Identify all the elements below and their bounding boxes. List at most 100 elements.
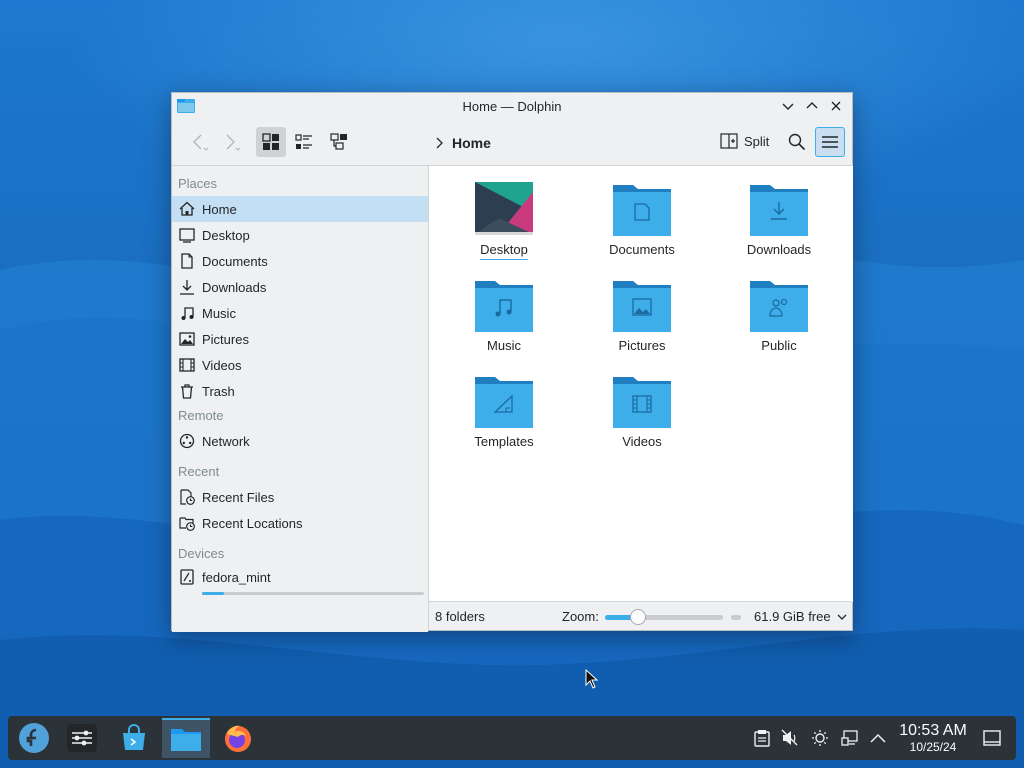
fedora-logo-icon [19,723,49,753]
downloads-folder-icon [750,182,808,236]
zoom-label: Zoom: [562,609,599,624]
breadcrumb[interactable]: Home [434,135,491,151]
desktop-folder-icon [475,182,533,236]
compact-view-button[interactable] [289,127,319,157]
sidebar-item-label: Videos [202,357,242,373]
file-view[interactable]: Desktop Documents Downloads Music Pictur… [428,165,853,602]
sidebar-item-downloads[interactable]: Downloads [172,274,428,300]
sidebar-item-documents[interactable]: Documents [172,248,428,274]
firefox-task[interactable] [214,718,262,758]
disk-usage-bar [202,592,424,595]
item-desktop[interactable]: Desktop [444,182,564,260]
back-button[interactable] [184,127,214,157]
dolphin-app-icon [177,98,195,117]
search-button[interactable] [782,127,812,157]
fedora-launcher-button[interactable] [10,718,58,758]
pictures-folder-icon [613,278,671,332]
sidebar-item-label: Network [202,433,250,449]
discover-task[interactable] [110,718,158,758]
sidebar-item-label: Pictures [202,331,249,347]
item-templates[interactable]: Templates [444,374,564,451]
show-desktop-icon[interactable] [982,728,1002,748]
clock-date: 10/25/24 [909,740,957,754]
chevron-down-icon [782,103,794,110]
title-bar[interactable]: Home — Dolphin [172,93,852,119]
item-label: Public [761,338,797,353]
taskbar: 10:53 AM 10/25/24 [8,716,1016,760]
mouse-cursor-icon [585,669,599,689]
details-view-button[interactable] [324,127,354,157]
sidebar-item-label: Desktop [202,227,250,243]
free-space-label: 61.9 GiB free [754,609,831,624]
forward-button[interactable] [216,127,246,157]
sidebar-item-recent-files[interactable]: Recent Files [172,484,428,510]
maximize-button[interactable] [802,97,822,115]
firefox-icon [225,725,251,752]
sidebar-item-trash[interactable]: Trash [172,378,428,404]
hamburger-menu-icon [822,136,838,148]
sidebar-item-videos[interactable]: Videos [172,352,428,378]
item-label: Pictures [618,338,666,353]
item-label: Desktop [480,242,528,260]
chevron-up-icon[interactable] [868,728,888,748]
network-wired-icon[interactable] [840,728,860,748]
sidebar-item-fedora-mint[interactable]: fedora_mint [172,564,428,590]
videos-folder-icon [613,374,671,428]
sidebar-item-pictures[interactable]: Pictures [172,326,428,352]
zoom-slider[interactable] [605,609,723,625]
item-music[interactable]: Music [444,278,564,355]
item-label: Downloads [746,242,812,257]
system-settings-task[interactable] [58,718,106,758]
item-documents[interactable]: Documents [582,182,702,259]
section-devices: Devices [178,546,225,561]
hamburger-menu-button[interactable] [815,127,845,157]
sidebar-item-label: Recent Locations [202,515,303,531]
item-pictures[interactable]: Pictures [582,278,702,355]
dolphin-window: Home — Dolphin Home Split Places Home De… [171,92,853,632]
videos-icon [178,356,196,374]
recent-locations-icon [178,514,196,532]
dolphin-task[interactable] [162,718,210,758]
sidebar-item-recent-locations[interactable]: Recent Locations [172,510,428,536]
item-videos[interactable]: Videos [582,374,702,451]
sidebar-item-home[interactable]: Home [172,196,428,222]
item-public[interactable]: Public [719,278,839,355]
sidebar-item-label: Music [202,305,236,321]
clock[interactable]: 10:53 AM 10/25/24 [893,722,973,754]
sidebar-item-desktop[interactable]: Desktop [172,222,428,248]
volume-muted-icon[interactable] [780,728,800,748]
item-downloads[interactable]: Downloads [719,182,839,259]
minimize-button[interactable] [778,97,798,115]
chevron-right-icon [436,137,443,149]
sidebar-item-label: Home [202,201,237,217]
chevron-up-icon [806,102,818,109]
places-panel: Places Home Desktop Documents Downloads … [172,165,428,632]
split-view-icon [720,133,738,149]
breadcrumb-current[interactable]: Home [452,135,491,151]
public-folder-icon [750,278,808,332]
sidebar-item-music[interactable]: Music [172,300,428,326]
zoom-track-end [731,615,741,620]
music-icon [178,304,196,322]
toolbar: Home Split [172,123,852,163]
free-space-button[interactable]: 61.9 GiB free [754,609,847,624]
close-button[interactable] [826,97,846,115]
chevron-down-icon [837,614,847,620]
clipboard-icon[interactable] [752,728,772,748]
section-recent: Recent [178,464,220,479]
folder-icon [171,729,201,751]
trash-icon [178,382,196,400]
section-places: Places [178,176,218,191]
split-button[interactable]: Split [720,133,769,149]
settings-sliders-icon [67,724,97,752]
sidebar-item-label: fedora_mint [202,569,271,585]
zoom-slider-handle[interactable] [630,609,646,625]
drive-icon [178,568,196,586]
item-label: Documents [609,242,675,257]
sidebar-item-network[interactable]: Network [172,428,428,454]
item-label: Templates [474,434,534,449]
disk-usage-fill [202,592,224,595]
icons-view-button[interactable] [256,127,286,157]
brightness-icon[interactable] [810,728,830,748]
folder-count: 8 folders [435,609,485,624]
